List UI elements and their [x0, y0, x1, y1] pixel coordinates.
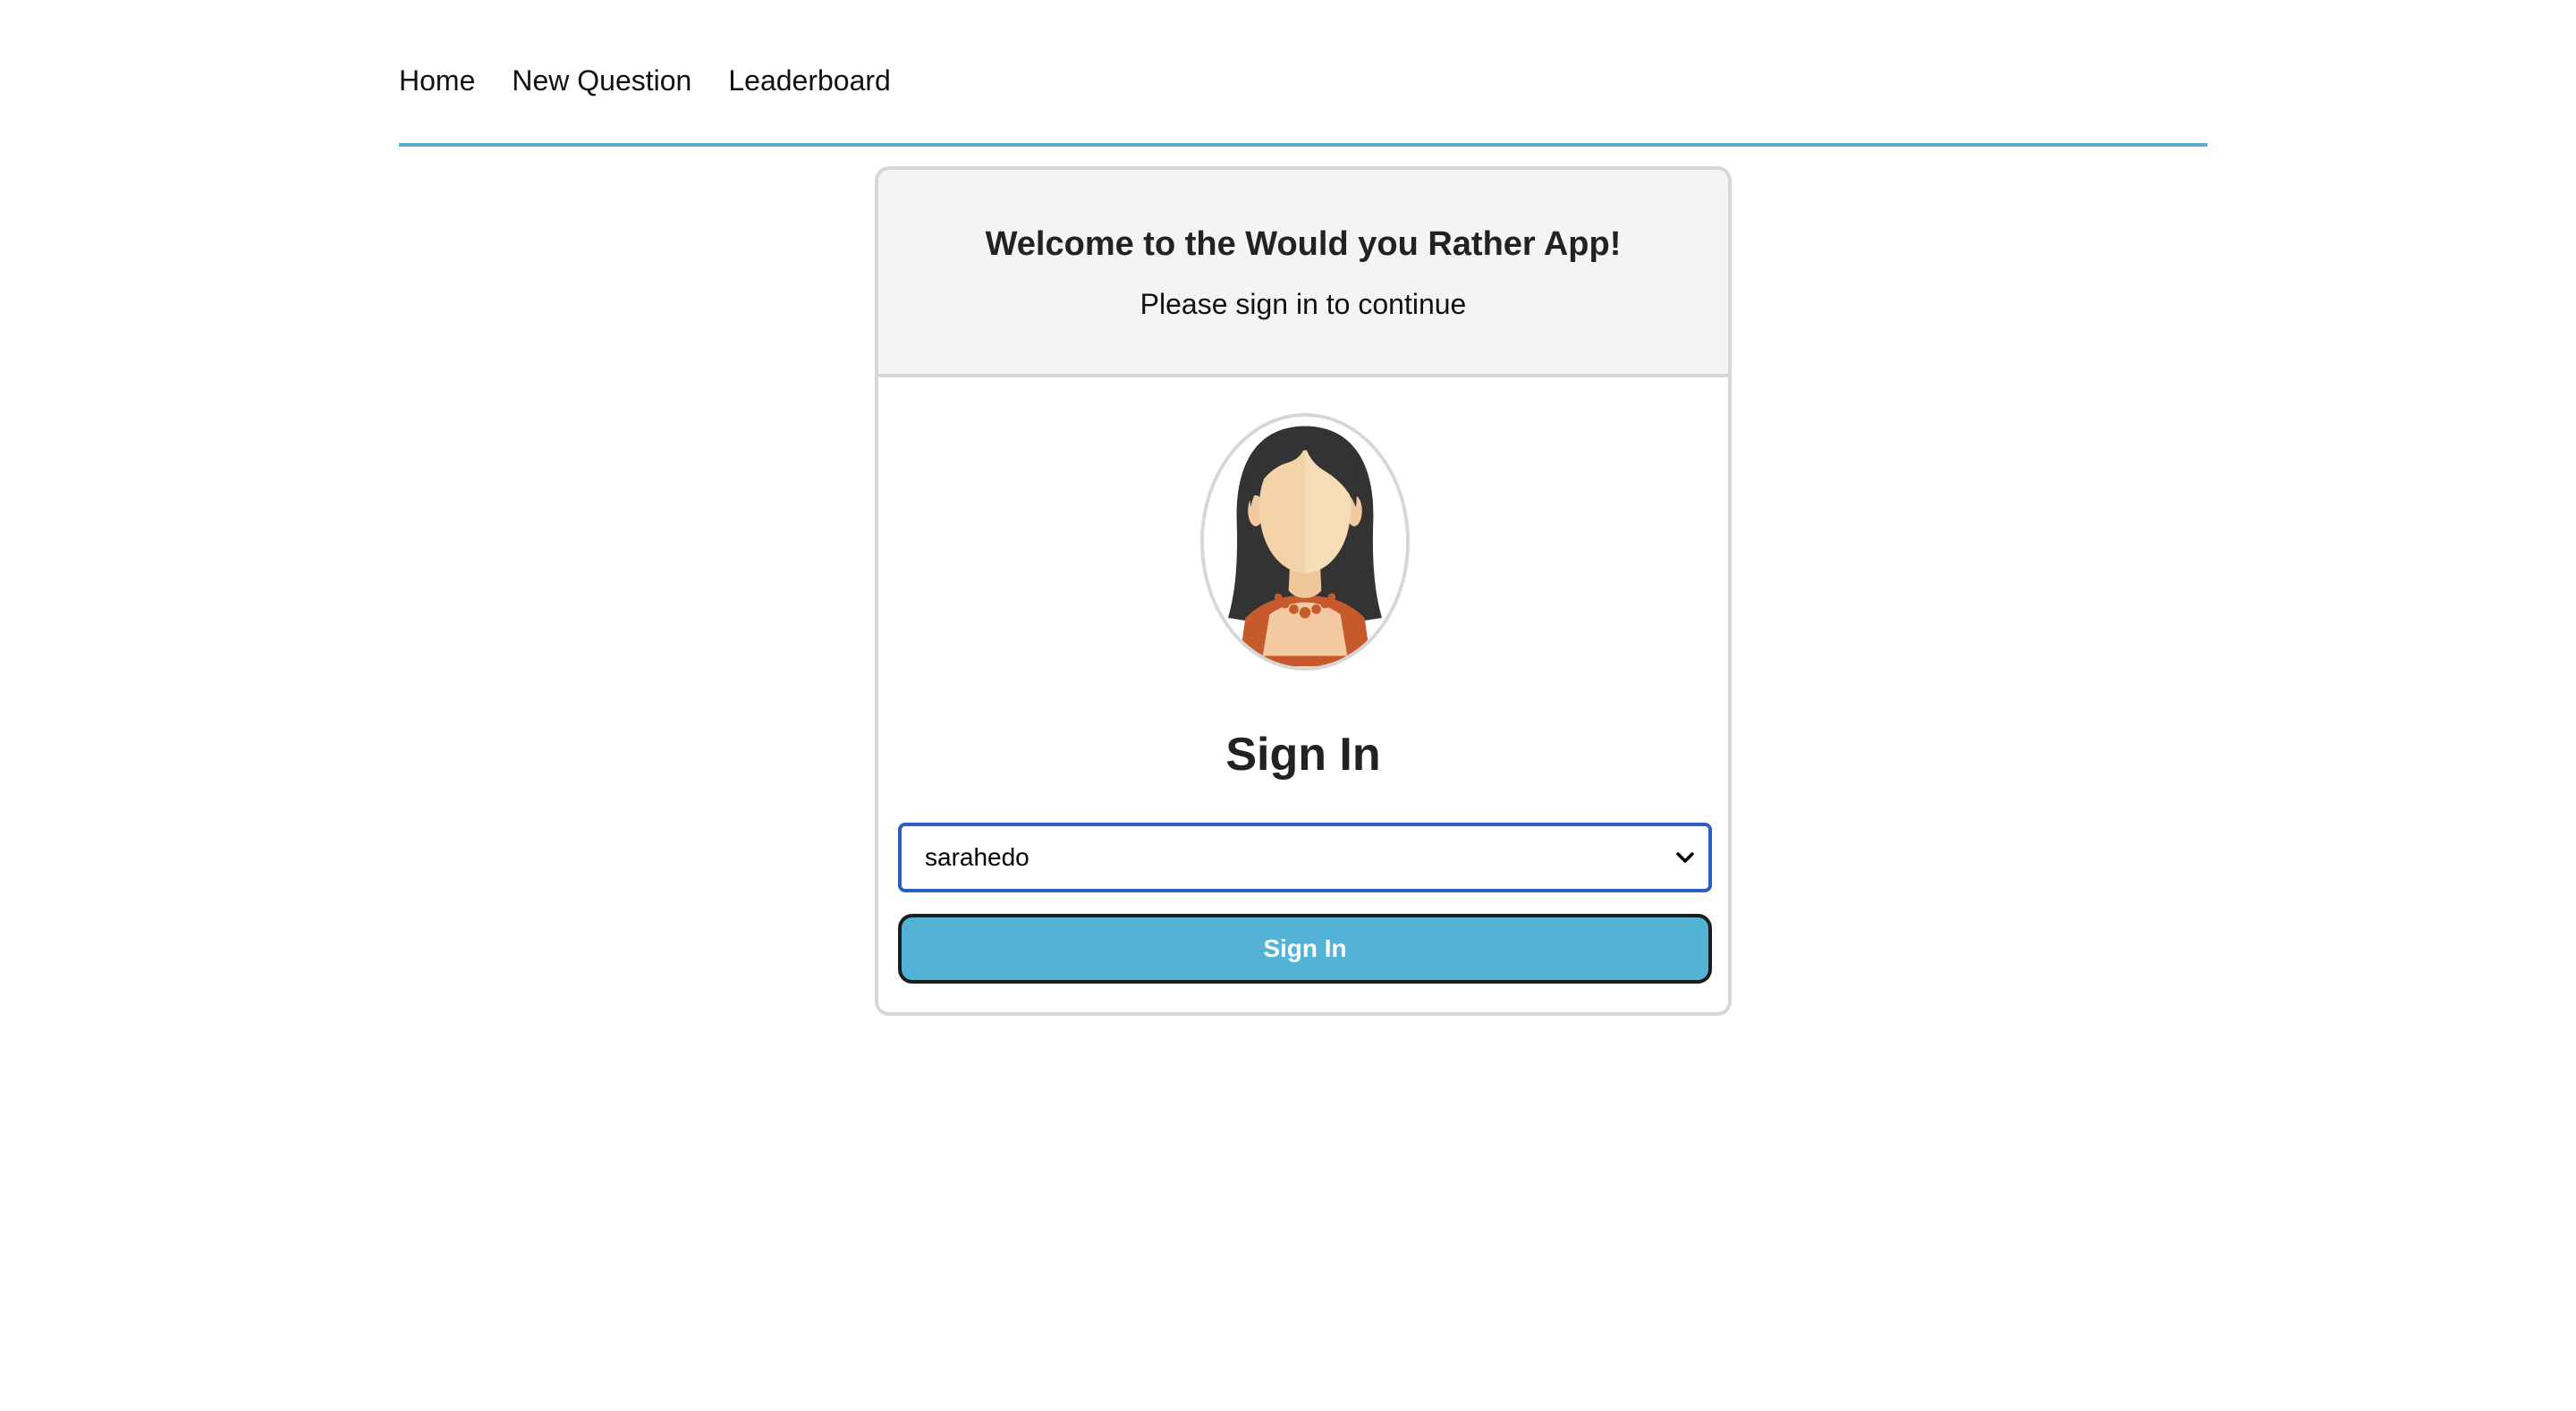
nav-item-home[interactable]: Home	[399, 54, 475, 107]
signin-title: Sign In	[1225, 729, 1381, 781]
user-select-value: sarahedo	[925, 843, 1030, 871]
welcome-title: Welcome to the Would you Rather App!	[985, 225, 1622, 263]
female-avatar-icon	[1200, 413, 1410, 671]
signin-button[interactable]: Sign In	[898, 914, 1712, 984]
top-nav: Home New Question Leaderboard	[399, 54, 2207, 147]
user-select[interactable]: sarahedo	[898, 823, 1712, 892]
chevron-down-icon	[1667, 840, 1703, 875]
nav-item-new-question[interactable]: New Question	[512, 54, 691, 107]
nav-item-leaderboard[interactable]: Leaderboard	[728, 54, 890, 107]
signin-card: Welcome to the Would you Rather App! Ple…	[875, 166, 1732, 1016]
card-header: Welcome to the Would you Rather App! Ple…	[878, 170, 1728, 377]
welcome-subtitle: Please sign in to continue	[1140, 288, 1467, 320]
